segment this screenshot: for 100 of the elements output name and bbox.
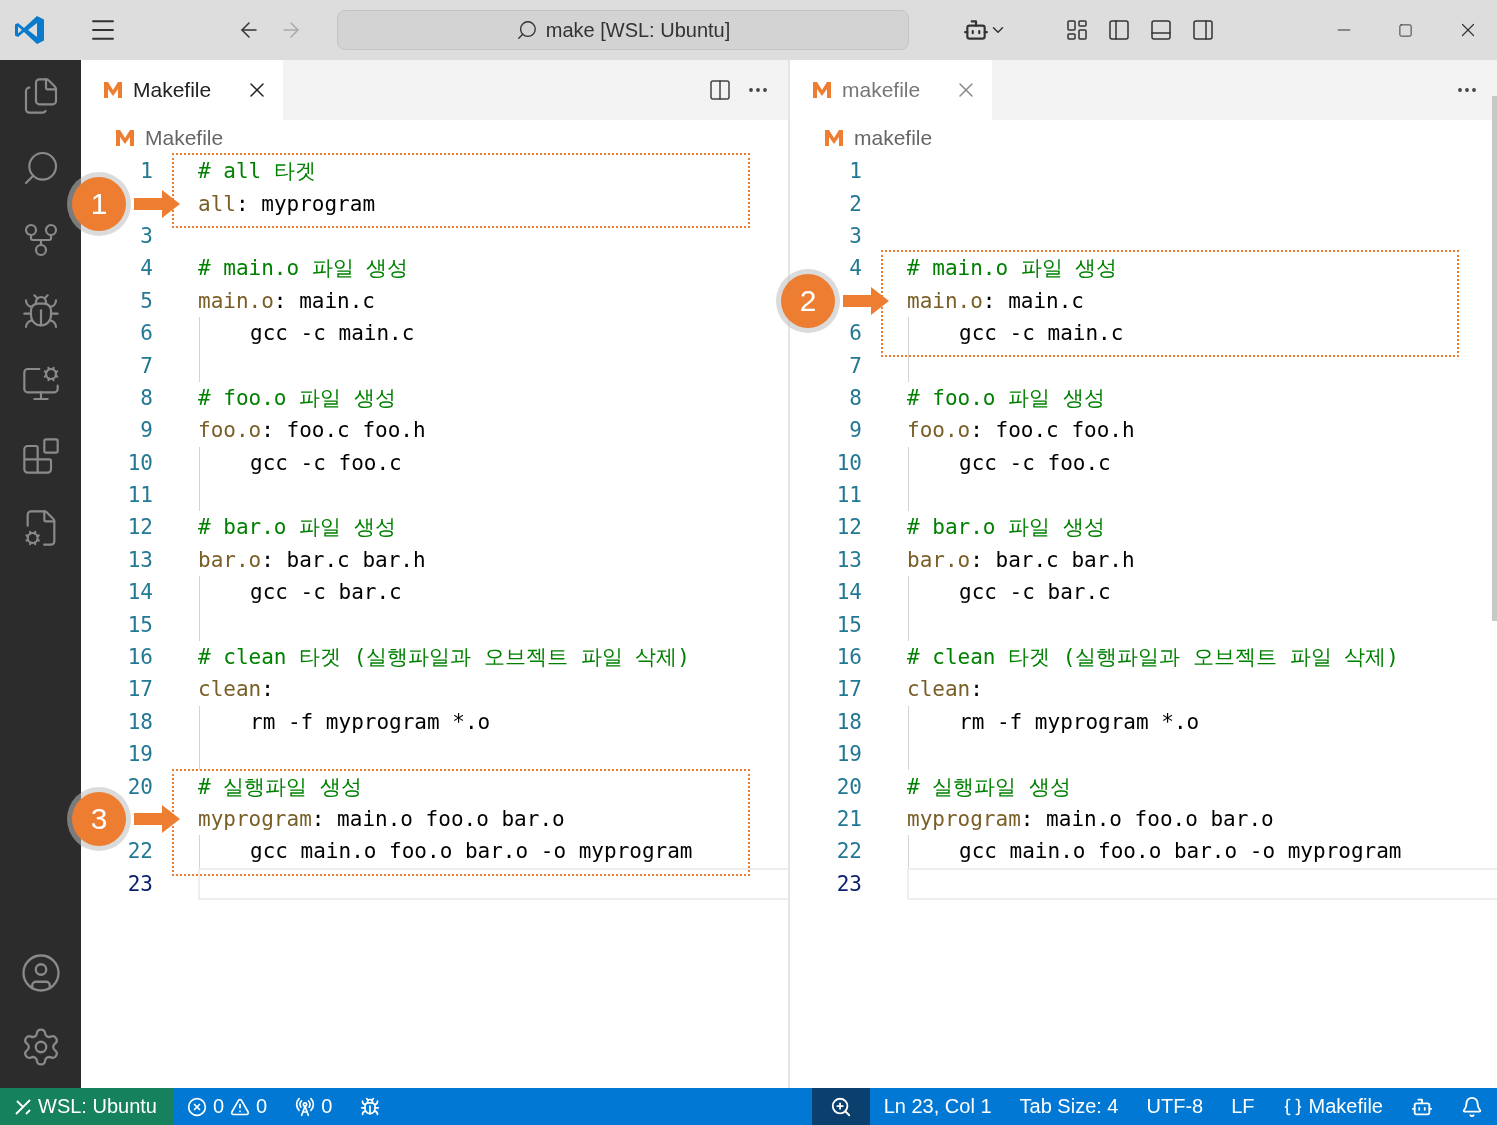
- code-comment: # bar.o 파일 생성: [907, 514, 1105, 542]
- tab-label: Makefile: [133, 78, 213, 102]
- remote-indicator[interactable]: WSL: Ubuntu: [0, 1088, 173, 1125]
- code-line: myprogram: main.o foo.o bar.o: [907, 807, 1274, 831]
- line-number: 18: [126, 709, 153, 734]
- command-center-search[interactable]: make [WSL: Ubuntu]: [337, 10, 909, 50]
- code-line: gcc -c main.c: [249, 321, 415, 346]
- status-item[interactable]: Tab Size: 4: [1005, 1088, 1133, 1125]
- search-icon: [515, 19, 538, 41]
- code-line: gcc -c bar.c: [958, 580, 1111, 605]
- line-number: 16: [835, 645, 862, 670]
- panel-bottom-icon[interactable]: [1149, 18, 1173, 42]
- panel-left-icon[interactable]: [1107, 18, 1131, 42]
- maximize-icon[interactable]: [1398, 22, 1413, 38]
- scrollbar[interactable]: [1492, 96, 1497, 621]
- line-number: 22: [126, 839, 153, 864]
- line-number: 11: [835, 483, 862, 508]
- line-number: 14: [835, 580, 862, 605]
- code-line: all: myprogram: [198, 191, 376, 216]
- window-title: make [WSL: Ubuntu]: [545, 18, 731, 42]
- tab-label: makefile: [842, 78, 922, 102]
- line-number: 23: [835, 871, 862, 896]
- bell-icon: [1461, 1095, 1483, 1118]
- line-number: 11: [126, 483, 153, 508]
- line-number: 8: [848, 385, 862, 410]
- code-line: gcc -c bar.c: [249, 580, 402, 605]
- language-indicator[interactable]: Makefile: [1268, 1088, 1397, 1125]
- code-line: myprogram: main.o foo.o bar.o: [198, 807, 565, 831]
- line-number: 17: [835, 677, 862, 702]
- line-number: 9: [139, 418, 153, 443]
- account-icon[interactable]: [19, 952, 62, 994]
- code-line: rm -f myprogram *.o: [958, 709, 1200, 734]
- breadcrumb[interactable]: makefile: [854, 125, 933, 150]
- code-line: gcc -c main.c: [958, 321, 1124, 346]
- robot-icon[interactable]: [963, 17, 989, 43]
- line-number: 23: [126, 871, 153, 896]
- line-number: 1: [848, 159, 862, 184]
- ports-indicator[interactable]: 0: [281, 1088, 347, 1125]
- code-line: clean:: [907, 677, 983, 702]
- braces-icon: [1282, 1096, 1303, 1117]
- code-line: gcc -c foo.c: [249, 450, 402, 475]
- line-number: 6: [139, 321, 153, 346]
- code-comment: # main.o 파일 생성: [907, 255, 1118, 283]
- code-line: bar.o: bar.c bar.h: [198, 547, 426, 572]
- code-comment: # 실행파일 생성: [198, 773, 362, 801]
- code-line: bar.o: bar.c bar.h: [907, 547, 1135, 572]
- makefile-icon: [115, 128, 135, 147]
- status-item[interactable]: Ln 23, Col 1: [869, 1088, 1006, 1125]
- error-icon: [186, 1096, 207, 1117]
- line-number: 22: [835, 839, 862, 864]
- status-item[interactable]: UTF-8: [1132, 1088, 1218, 1125]
- code-comment: # all 타겟: [198, 158, 316, 186]
- line-number: 4: [139, 256, 153, 281]
- line-number: 17: [126, 677, 153, 702]
- line-number: 19: [126, 742, 153, 767]
- debug-icon: [360, 1096, 381, 1117]
- zoom-icon: [829, 1095, 852, 1118]
- line-number: 3: [139, 223, 153, 248]
- code-line: rm -f myprogram *.o: [249, 709, 491, 734]
- extensions-icon[interactable]: [20, 436, 61, 476]
- line-number: 10: [835, 450, 862, 475]
- line-number: 9: [848, 418, 862, 443]
- code-comment: # bar.o 파일 생성: [198, 514, 396, 542]
- arrow-icon: [134, 189, 180, 218]
- split-editor-icon[interactable]: [708, 78, 732, 102]
- line-number: 1: [139, 159, 153, 184]
- line-number: 20: [835, 774, 862, 799]
- code-comment: # clean 타겟 (실행파일과 오브젝트 파일 삭제): [198, 644, 690, 672]
- line-number: 12: [126, 515, 153, 540]
- line-number: 2: [848, 191, 862, 216]
- code-comment: # 실행파일 생성: [907, 773, 1071, 801]
- code-line: gcc main.o foo.o bar.o -o myprogram: [958, 839, 1402, 864]
- code-line: main.o: main.c: [198, 288, 376, 313]
- line-number: 21: [835, 807, 862, 831]
- code-comment: # foo.o 파일 생성: [198, 384, 396, 412]
- layout-icon[interactable]: [1065, 18, 1089, 42]
- line-number: 7: [848, 353, 862, 378]
- line-number: 3: [848, 223, 862, 248]
- status-item[interactable]: LF: [1217, 1088, 1269, 1125]
- line-number: 7: [139, 353, 153, 378]
- line-number: 20: [126, 774, 153, 799]
- problems-indicator[interactable]: 0 0: [172, 1088, 282, 1125]
- line-number: 10: [126, 450, 153, 475]
- editor-tab[interactable]: Makefile: [81, 60, 283, 120]
- line-number: 19: [835, 742, 862, 767]
- editor-tab[interactable]: makefile: [790, 60, 992, 120]
- panel-right-icon[interactable]: [1191, 18, 1215, 42]
- arrow-icon: [843, 286, 889, 315]
- makefile-icon: [812, 81, 832, 99]
- line-number: 13: [835, 547, 862, 572]
- breadcrumb[interactable]: Makefile: [145, 125, 224, 150]
- line-number: 4: [848, 256, 862, 281]
- line-number: 14: [126, 580, 153, 605]
- line-number: 15: [835, 612, 862, 637]
- code-comment: # foo.o 파일 생성: [907, 384, 1105, 412]
- code-line: foo.o: foo.c foo.h: [198, 418, 426, 443]
- zoom-button[interactable]: [811, 1088, 870, 1125]
- code-comment: # main.o 파일 생성: [198, 255, 409, 283]
- line-number: 15: [126, 612, 153, 637]
- code-comment: # clean 타겟 (실행파일과 오브젝트 파일 삭제): [907, 644, 1399, 672]
